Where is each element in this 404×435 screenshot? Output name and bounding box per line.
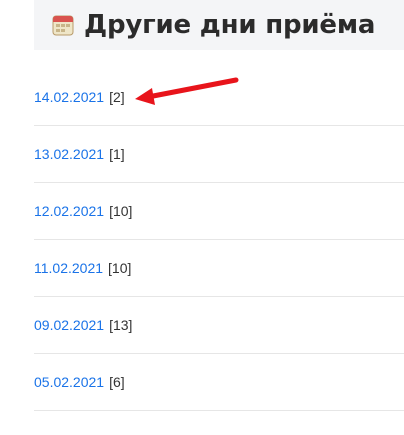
day-link[interactable]: 05.02.2021	[34, 374, 104, 390]
list-item: 11.02.2021 [10]	[34, 240, 404, 297]
list-item: 05.02.2021 [6]	[34, 354, 404, 411]
visit-count: [13]	[109, 317, 133, 333]
list-item: 14.02.2021 [2]	[34, 69, 404, 126]
reception-days-list: 14.02.2021 [2] 13.02.2021 [1] 12.02.2021…	[34, 69, 404, 411]
day-link[interactable]: 11.02.2021	[34, 260, 103, 276]
visit-count: [10]	[109, 203, 133, 219]
section-header: Другие дни приёма	[34, 0, 404, 50]
visit-count: [2]	[109, 89, 125, 105]
visit-count: [6]	[109, 374, 125, 390]
day-link[interactable]: 14.02.2021	[34, 89, 104, 105]
page-title: Другие дни приёма	[84, 10, 376, 40]
day-link[interactable]: 13.02.2021	[34, 146, 104, 162]
day-link[interactable]: 12.02.2021	[34, 203, 104, 219]
visit-count: [1]	[109, 146, 125, 162]
calendar-icon	[52, 15, 74, 36]
visit-count: [10]	[108, 260, 132, 276]
list-item: 09.02.2021 [13]	[34, 297, 404, 354]
list-item: 12.02.2021 [10]	[34, 183, 404, 240]
page: Другие дни приёма 14.02.2021 [2] 13.02.2…	[0, 0, 404, 435]
day-link[interactable]: 09.02.2021	[34, 317, 104, 333]
list-item: 13.02.2021 [1]	[34, 126, 404, 183]
